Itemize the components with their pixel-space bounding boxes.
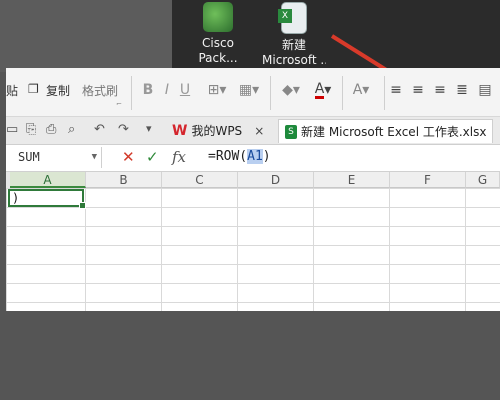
formula-bar: SUM ▼ ✕ ✓ fx =ROW(A1) [6, 145, 500, 172]
format-painter-button[interactable]: 格式刷 [82, 82, 118, 99]
column-header-c[interactable]: C [162, 172, 238, 188]
cisco-app-icon [203, 2, 233, 32]
column-header-f[interactable]: F [390, 172, 466, 188]
active-cell-a1[interactable]: ) [8, 189, 86, 209]
fill-color-icon[interactable]: ◆▾ [276, 78, 306, 102]
ribbon-divider [384, 76, 385, 110]
ribbon-divider [342, 76, 343, 110]
italic-button[interactable]: I [159, 78, 175, 102]
chevron-down-icon[interactable]: ▼ [92, 147, 97, 168]
ribbon-divider [131, 76, 132, 110]
customize-toolbar-icon[interactable]: ▾ [146, 122, 152, 135]
sheet-grid[interactable]: A B C D E F G ) [6, 172, 500, 311]
clear-format-icon[interactable]: A▾ [346, 78, 376, 102]
print-preview-icon[interactable]: ⌕ [68, 122, 75, 137]
column-gridline [465, 188, 466, 311]
wrap-text-icon[interactable]: ▤ [474, 78, 496, 102]
column-gridline [389, 188, 390, 311]
ribbon-toolbar: 贴 ❐ 复制 格式刷 ⌐ B I U ⊞▾ ▦▾ ◆▾ A ▾ A▾ ≡ ≡ ≡ … [6, 68, 500, 117]
cancel-icon[interactable]: ✕ [122, 148, 135, 166]
tab-my-wps[interactable]: W 我的WPS × [172, 119, 264, 142]
tab-label: 我的WPS [191, 124, 243, 138]
wps-logo-icon: W [172, 122, 188, 139]
underline-button[interactable]: U [177, 78, 193, 102]
tab-label: 新建 Microsoft Excel 工作表.xlsx [301, 125, 487, 139]
save-icon[interactable]: ▭ [6, 122, 18, 137]
desktop-icon-cisco[interactable]: Cisco Pack... [186, 0, 250, 72]
paste-button[interactable]: 贴 [6, 82, 18, 99]
formula-input[interactable]: =ROW(A1) [208, 149, 271, 164]
tab-excel-document[interactable]: S 新建 Microsoft Excel 工作表.xlsx [278, 119, 494, 143]
font-color-icon[interactable]: A ▾ [308, 78, 338, 102]
name-box[interactable]: SUM ▼ [6, 147, 102, 168]
column-gridline [313, 188, 314, 311]
desktop-icon-label: 新建 [281, 38, 306, 52]
column-header-a[interactable]: A [10, 172, 86, 188]
desktop-icon-label: Pack... [198, 51, 238, 65]
formula-prefix: =ROW( [208, 149, 248, 164]
desktop-icon-label: Microsoft ... [262, 53, 326, 67]
active-cell-content: ) [12, 191, 20, 205]
undo-icon[interactable]: ↶ [94, 122, 105, 137]
redo-icon[interactable]: ↷ [118, 122, 129, 137]
merge-icon[interactable]: ▦▾ [234, 78, 264, 102]
ribbon-divider [270, 76, 271, 110]
column-gridline [161, 188, 162, 311]
bold-button[interactable]: B [140, 78, 156, 102]
insert-function-icon[interactable]: fx [172, 148, 186, 166]
close-tab-icon[interactable]: × [254, 124, 264, 138]
align-left-icon[interactable]: ≡ [388, 78, 404, 102]
formula-suffix: ) [262, 149, 271, 164]
column-header-b[interactable]: B [86, 172, 162, 188]
print-icon[interactable]: ⎙ [46, 122, 56, 137]
copy-icon[interactable]: ❐ [28, 82, 39, 96]
formula-cell-reference: A1 [247, 149, 263, 164]
column-header-g[interactable]: G [466, 172, 500, 188]
column-header-e[interactable]: E [314, 172, 390, 188]
new-doc-icon[interactable]: ⎘ [26, 122, 36, 137]
align-center-icon[interactable]: ≡ [410, 78, 426, 102]
column-header-d[interactable]: D [238, 172, 314, 188]
desktop-icon-label: Cisco [202, 36, 234, 50]
desktop-icon-new-excel[interactable]: X 新建 Microsoft ... [262, 0, 326, 72]
justify-icon[interactable]: ≣ [454, 78, 470, 102]
document-tab-bar: ▭ ⎘ ⎙ ⌕ ↶ ↷ ▾ W 我的WPS × S 新建 Microsoft E… [6, 117, 500, 145]
name-box-value: SUM [18, 150, 40, 164]
copy-button[interactable]: 复制 [46, 82, 70, 99]
clipboard-expand-icon[interactable]: ⌐ [116, 100, 122, 108]
align-right-icon[interactable]: ≡ [432, 78, 448, 102]
column-gridline [237, 188, 238, 311]
spreadsheet-window: 贴 ❐ 复制 格式刷 ⌐ B I U ⊞▾ ▦▾ ◆▾ A ▾ A▾ ≡ ≡ ≡ … [6, 68, 500, 311]
excel-icon: S [285, 124, 297, 139]
border-icon[interactable]: ⊞▾ [202, 78, 232, 102]
excel-file-icon: X [278, 2, 307, 34]
fill-handle[interactable] [79, 202, 86, 209]
confirm-icon[interactable]: ✓ [146, 148, 159, 166]
